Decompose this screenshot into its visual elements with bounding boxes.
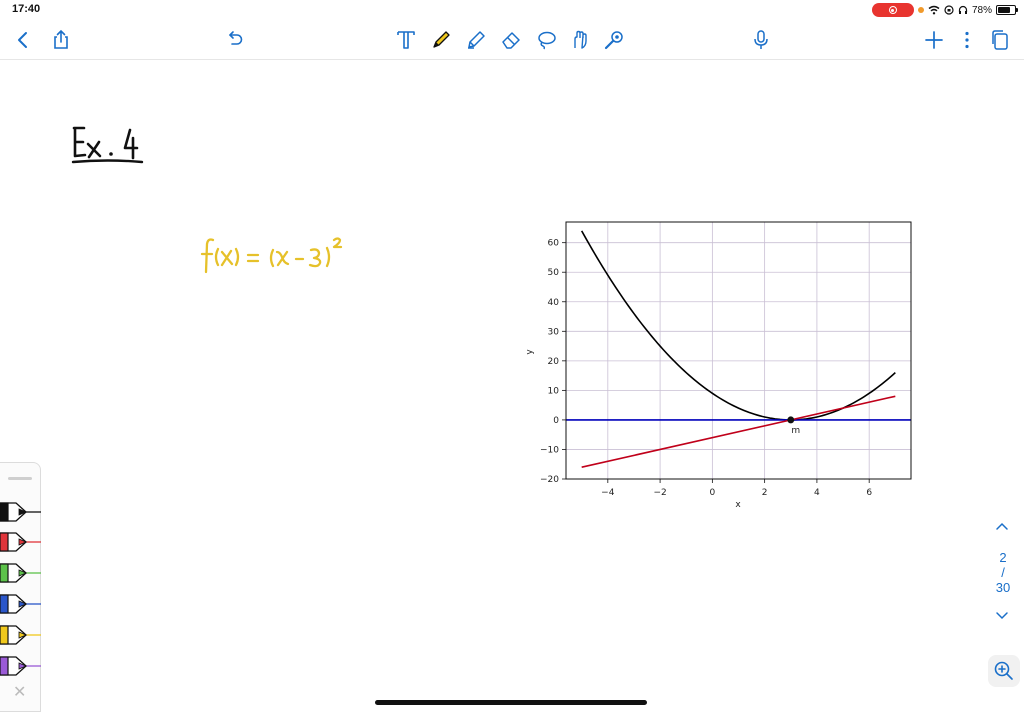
chevron-up-icon (996, 522, 1008, 530)
add-page-icon (925, 31, 943, 49)
secant-line (581, 395, 896, 468)
handwritten-formula[interactable]: f(x) = (x - 3)² (200, 232, 366, 276)
back-chevron-icon (18, 32, 27, 48)
pages-icon (992, 30, 1008, 50)
toolbar-divider (0, 59, 1024, 60)
y-tick-label: 50 (548, 268, 560, 278)
highlighter-tool-icon (468, 31, 485, 49)
page-current: 2 (999, 550, 1007, 565)
annotation-label: m (791, 426, 800, 436)
laser-pointer-icon (604, 31, 623, 50)
battery-percentage: 78% (971, 4, 992, 16)
annotation-point (787, 416, 795, 424)
x-tick-label: 4 (814, 488, 820, 498)
more-icon (965, 31, 969, 49)
lasso-tool-icon (538, 31, 556, 50)
text-tool-button[interactable] (393, 27, 419, 53)
pen-palette: ✕ (0, 462, 41, 712)
battery-level (998, 7, 1011, 13)
pen-black[interactable] (0, 501, 41, 523)
screen-recording-indicator[interactable] (871, 3, 914, 17)
shape-tool-button[interactable] (567, 27, 593, 53)
chart-ticks: −4 −2 0 2 4 6−20−100102030405060 (540, 239, 872, 498)
lasso-tool-button[interactable] (533, 27, 559, 53)
pen-purple[interactable] (0, 655, 41, 677)
page-total: 30 (995, 580, 1011, 595)
x-tick-label: −2 (653, 488, 666, 498)
x-tick-label: −4 (601, 488, 615, 498)
x-tick-label: 2 (762, 488, 768, 498)
handwritten-heading-ink (71, 126, 144, 164)
status-indicators: 78% (871, 3, 1018, 17)
pen-red-icon (0, 532, 41, 552)
zoom-button[interactable] (988, 655, 1020, 687)
record-icon (888, 6, 897, 14)
pen-yellow[interactable] (0, 624, 41, 646)
palette-close-icon[interactable]: ✕ (13, 685, 26, 701)
handwritten-formula-ink (200, 237, 343, 274)
y-tick-label: 30 (548, 327, 560, 337)
y-tick-label: 10 (548, 386, 560, 396)
more-button[interactable] (954, 27, 980, 53)
pen-purple-icon (0, 656, 41, 676)
pen-black-icon (0, 502, 41, 522)
page-separator: / (1001, 565, 1005, 580)
undo-icon (229, 31, 243, 45)
back-button[interactable] (10, 27, 36, 53)
y-tick-label: 40 (548, 298, 560, 308)
y-tick-label: 20 (548, 357, 560, 367)
x-axis-label: x (735, 500, 741, 510)
pen-blue[interactable] (0, 593, 41, 615)
function-plot[interactable]: m −4 −2 0 2 4 6−20−100102030405060 x y (520, 212, 920, 512)
pen-yellow-icon (0, 625, 41, 645)
add-page-button[interactable] (921, 27, 947, 53)
microphone-icon (754, 30, 768, 49)
plot-frame (565, 221, 912, 480)
x-tick-label: 0 (709, 488, 715, 498)
highlighter-tool-button[interactable] (463, 27, 489, 53)
home-indicator[interactable] (375, 700, 647, 705)
status-time: 17:40 (12, 3, 41, 15)
chart-grid (566, 222, 911, 480)
palette-drag-handle[interactable] (8, 477, 32, 480)
share-button[interactable] (48, 27, 74, 53)
orientation-lock-icon (944, 5, 954, 15)
x-tick-label: 6 (866, 488, 872, 498)
pen-red[interactable] (0, 531, 41, 553)
parabola-curve (580, 230, 896, 421)
zoom-in-icon (994, 661, 1013, 680)
chart-lines: m (566, 230, 911, 468)
undo-button[interactable] (221, 27, 247, 53)
pages-button[interactable] (987, 27, 1013, 53)
battery-icon (996, 5, 1018, 15)
wifi-icon (928, 5, 940, 15)
headphones-icon (958, 5, 968, 14)
previous-page-button[interactable] (994, 519, 1010, 534)
eraser-tool-button[interactable] (498, 27, 524, 53)
pen-blue-icon (0, 594, 41, 614)
y-tick-label: 60 (548, 239, 560, 249)
y-tick-label: −10 (540, 445, 559, 455)
y-tick-label: 0 (553, 416, 559, 426)
y-tick-label: −20 (540, 475, 559, 485)
chevron-down-icon (996, 612, 1008, 620)
pen-tool-button[interactable] (428, 27, 454, 53)
mic-in-use-dot (917, 7, 924, 13)
y-axis-label: y (525, 349, 535, 355)
text-tool-icon (397, 31, 415, 49)
handwritten-heading[interactable]: Ex. 4 (70, 122, 150, 166)
next-page-button[interactable] (994, 609, 1010, 624)
pen-tool-icon (433, 31, 450, 48)
pen-green[interactable] (0, 562, 41, 584)
shape-tool-icon (574, 30, 587, 49)
share-icon (54, 29, 68, 49)
eraser-tool-icon (502, 32, 520, 49)
pen-green-icon (0, 563, 41, 583)
laser-pointer-button[interactable] (601, 27, 627, 53)
microphone-button[interactable] (748, 27, 774, 53)
